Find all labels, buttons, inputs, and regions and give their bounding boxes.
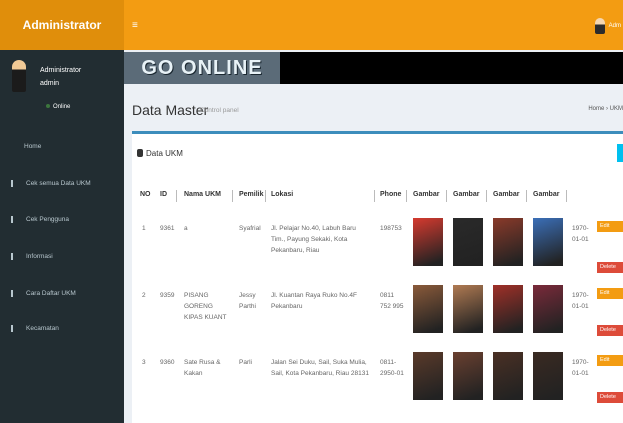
column-header-gambar-3[interactable]: Gambar (493, 191, 519, 198)
edit-button[interactable]: Edit (597, 221, 623, 232)
ukm-image-thumbnail[interactable] (453, 352, 483, 400)
database-icon (137, 149, 143, 157)
add-ukm-button[interactable] (617, 144, 623, 162)
cell-nama-ukm: Sate Rusa & Kakan (184, 359, 221, 377)
page-subtitle: Control panel (200, 107, 239, 114)
ukm-image-thumbnail[interactable] (493, 218, 523, 266)
page-title: Data Master (132, 102, 209, 118)
user-panel-role: admin (40, 80, 60, 87)
column-header-gambar-2[interactable]: Gambar (453, 191, 479, 198)
sidebar-item-label: Kecamatan (26, 325, 59, 332)
menu-bar-icon (11, 253, 13, 260)
column-separator (526, 190, 527, 202)
column-header-gambar-1[interactable]: Gambar (413, 191, 439, 198)
cell-id: 9359 (160, 292, 175, 299)
banner: GO ONLINE (124, 52, 623, 84)
cell-date: 1970-01-01 (572, 292, 589, 310)
cell-no: 1 (142, 225, 146, 232)
column-header-nama-ukm[interactable]: Nama UKM (184, 191, 221, 198)
cell-no: 2 (142, 292, 146, 299)
cell-nama-ukm: a (184, 225, 188, 232)
column-header-no[interactable]: NO (140, 191, 151, 198)
user-panel: Administrator admin Online (0, 50, 124, 122)
user-avatar-icon (594, 18, 605, 34)
ukm-image-thumbnail[interactable] (413, 218, 443, 266)
column-separator (265, 190, 266, 202)
column-separator (374, 190, 375, 202)
sidebar-item-informasi[interactable]: Informasi (0, 250, 124, 264)
cell-lokasi: Jl. Kuantan Raya Ruko No.4F Pekanbaru (271, 292, 357, 310)
sidebar-item-label: Cek semua Data UKM (26, 180, 91, 187)
box-title-text: Data UKM (146, 149, 183, 158)
sidebar-item-cek-data-ukm[interactable]: Cek semua Data UKM (0, 177, 124, 191)
cell-phone: 0811 752 995 (380, 292, 404, 310)
ukm-image-thumbnail[interactable] (493, 352, 523, 400)
box-title: Data UKM (137, 149, 183, 158)
menu-bar-icon (11, 325, 13, 332)
user-menu[interactable]: Adm (594, 18, 621, 34)
sidebar-item-cara-daftar-ukm[interactable]: Cara Daftar UKM (0, 287, 124, 301)
cell-no: 3 (142, 359, 146, 366)
cell-id: 9360 (160, 359, 175, 366)
column-header-id[interactable]: ID (160, 191, 167, 198)
cell-nama-ukm: PISANG GORENG KIPAS KUANT (184, 292, 227, 321)
breadcrumb[interactable]: Home › UKM (588, 106, 623, 112)
ukm-image-thumbnail[interactable] (413, 285, 443, 333)
user-panel-name: Administrator (40, 67, 82, 74)
user-menu-name: Adm (608, 23, 621, 29)
banner-text: GO ONLINE (141, 56, 263, 79)
hamburger-icon[interactable]: ≡ (132, 20, 138, 31)
ukm-image-thumbnail[interactable] (533, 285, 563, 333)
column-separator (446, 190, 447, 202)
cell-pemilik: Syafrial (239, 225, 261, 232)
column-header-gambar-4[interactable]: Gambar (533, 191, 559, 198)
cell-date: 1970-01-01 (572, 359, 589, 377)
column-header-pemilik[interactable]: Pemilik (239, 191, 264, 198)
column-separator (176, 190, 177, 202)
cell-pemilik: Jessy Parthi (239, 292, 256, 310)
cell-phone: 198753 (380, 225, 402, 232)
sidebar-item-label: Cek Pengguna (26, 216, 70, 223)
ukm-image-thumbnail[interactable] (413, 352, 443, 400)
edit-button[interactable]: Edit (597, 355, 623, 366)
column-separator (566, 190, 567, 202)
delete-button[interactable]: Delete (597, 325, 623, 336)
sidebar-item-cek-pengguna[interactable]: Cek Pengguna (0, 213, 124, 227)
menu-bar-icon (11, 180, 13, 187)
cell-id: 9361 (160, 225, 175, 232)
menu-bar-icon (11, 290, 13, 297)
cell-lokasi: Jalan Sei Duku, Sail, Suka Mulia, Sail, … (271, 359, 369, 377)
sidebar-item-kecamatan[interactable]: Kecamatan (0, 322, 124, 336)
ukm-image-thumbnail[interactable] (533, 218, 563, 266)
ukm-image-thumbnail[interactable] (453, 218, 483, 266)
edit-button[interactable]: Edit (597, 288, 623, 299)
cell-phone: 0811-2950-01 (380, 359, 404, 377)
column-header-lokasi[interactable]: Lokasi (271, 191, 293, 198)
online-status: Online (46, 104, 70, 110)
sidebar-item-home[interactable]: Home (0, 140, 124, 154)
sidebar-item-label: Informasi (26, 253, 53, 260)
ukm-image-thumbnail[interactable] (493, 285, 523, 333)
ukm-image-thumbnail[interactable] (533, 352, 563, 400)
column-header-phone[interactable]: Phone (380, 191, 401, 198)
brand-logo[interactable]: Administrator (0, 0, 124, 50)
cell-pemilik: Parli (239, 359, 253, 366)
delete-button[interactable]: Delete (597, 392, 623, 403)
cell-lokasi: Jl. Pelajar No.40, Labuh Baru Tim., Payu… (271, 225, 356, 254)
column-separator (232, 190, 233, 202)
admin-avatar-icon (12, 60, 26, 92)
sidebar: Administrator admin Online Home Cek semu… (0, 50, 124, 423)
ukm-image-thumbnail[interactable] (453, 285, 483, 333)
column-separator (406, 190, 407, 202)
go-online-logo: GO ONLINE (124, 52, 280, 84)
menu-bar-icon (11, 216, 13, 223)
sidebar-item-label: Cara Daftar UKM (26, 290, 76, 297)
delete-button[interactable]: Delete (597, 262, 623, 273)
column-separator (486, 190, 487, 202)
cell-date: 1970-01-01 (572, 225, 589, 243)
top-navbar: ≡ Adm (124, 0, 623, 50)
sidebar-item-label: Home (24, 143, 42, 150)
